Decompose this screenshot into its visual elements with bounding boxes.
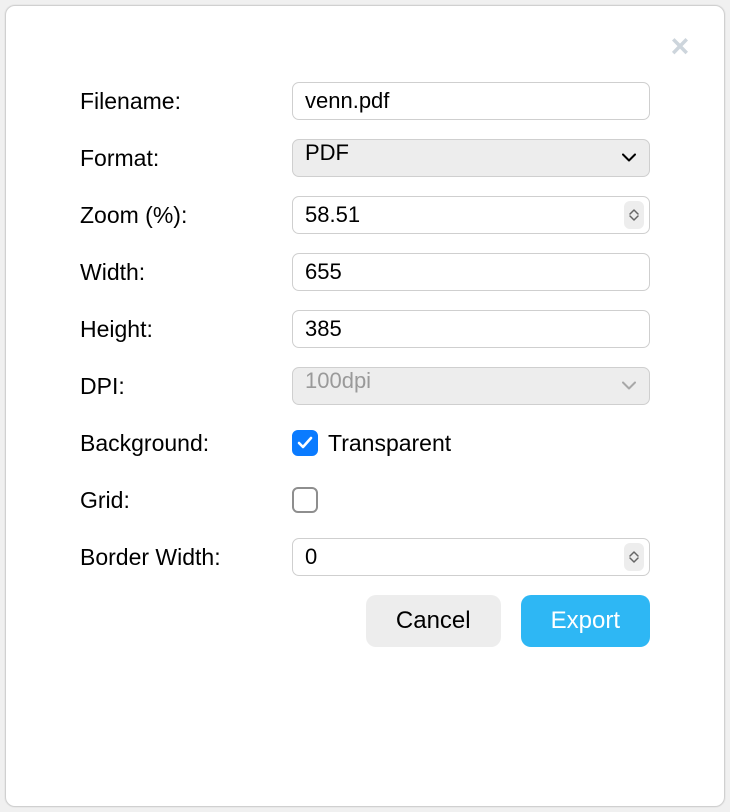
dpi-row: DPI: 100dpi	[80, 365, 650, 407]
background-row: Background: Transparent	[80, 422, 650, 464]
zoom-input[interactable]	[292, 196, 650, 234]
width-row: Width:	[80, 251, 650, 293]
grid-checkbox[interactable]	[292, 487, 318, 513]
filename-input[interactable]	[292, 82, 650, 120]
width-input[interactable]	[292, 253, 650, 291]
format-select[interactable]: PDF	[292, 139, 650, 177]
export-form: Filename: Format: PDF Zoom (%):	[80, 80, 650, 593]
dpi-label: DPI:	[80, 373, 292, 400]
transparent-checkbox[interactable]	[292, 430, 318, 456]
transparent-label: Transparent	[328, 430, 451, 457]
zoom-label: Zoom (%):	[80, 202, 292, 229]
zoom-stepper[interactable]	[624, 201, 644, 229]
chevron-down-icon	[629, 215, 639, 221]
dpi-select[interactable]: 100dpi	[292, 367, 650, 405]
border-width-label: Border Width:	[80, 544, 292, 571]
height-input[interactable]	[292, 310, 650, 348]
grid-label: Grid:	[80, 487, 292, 514]
button-bar: Cancel Export	[366, 595, 650, 647]
filename-row: Filename:	[80, 80, 650, 122]
format-row: Format: PDF	[80, 137, 650, 179]
cancel-button[interactable]: Cancel	[366, 595, 501, 647]
border-width-row: Border Width:	[80, 536, 650, 578]
close-icon: ×	[671, 28, 690, 64]
height-label: Height:	[80, 316, 292, 343]
check-icon	[296, 434, 314, 452]
zoom-row: Zoom (%):	[80, 194, 650, 236]
grid-row: Grid:	[80, 479, 650, 521]
background-label: Background:	[80, 430, 292, 457]
filename-label: Filename:	[80, 88, 292, 115]
format-label: Format:	[80, 145, 292, 172]
export-dialog: × Filename: Format: PDF Zoom (%):	[5, 5, 725, 807]
close-button[interactable]: ×	[666, 36, 694, 64]
height-row: Height:	[80, 308, 650, 350]
border-width-input[interactable]	[292, 538, 650, 576]
chevron-down-icon	[629, 557, 639, 563]
export-button[interactable]: Export	[521, 595, 650, 647]
width-label: Width:	[80, 259, 292, 286]
border-width-stepper[interactable]	[624, 543, 644, 571]
